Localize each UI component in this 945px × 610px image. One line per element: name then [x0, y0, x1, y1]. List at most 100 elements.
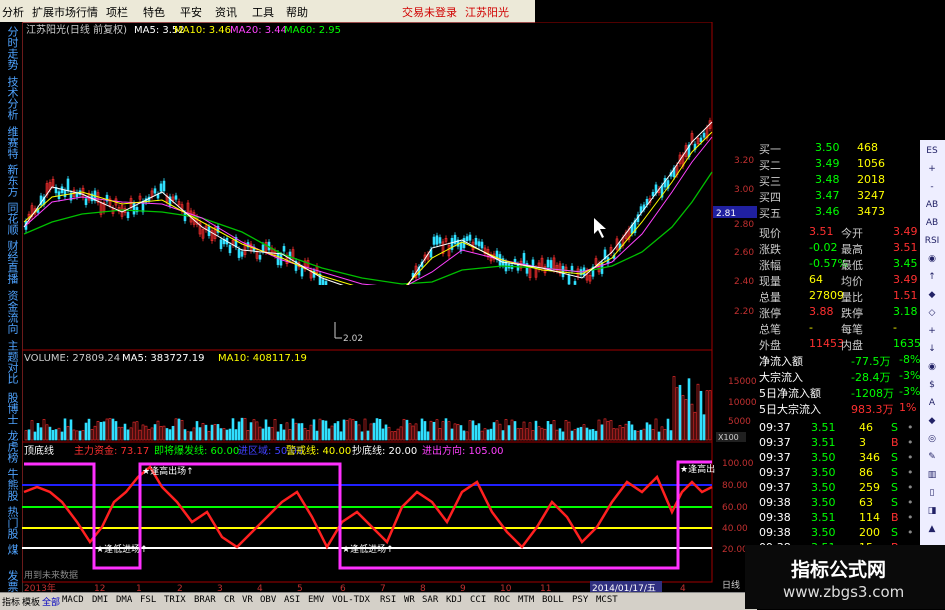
- tick-price: 3.50: [811, 466, 836, 479]
- tool-icon[interactable]: ◨: [923, 504, 941, 518]
- tab-hot-stocks[interactable]: 热门股: [4, 506, 19, 539]
- tab-theme-compare[interactable]: 主题对比: [4, 340, 19, 384]
- menu-item-columns[interactable]: 项栏: [106, 4, 128, 20]
- tab-gubo[interactable]: 股博士: [4, 392, 19, 425]
- tool-icon[interactable]: ✎: [923, 450, 941, 464]
- tab-weisaite[interactable]: 维赛特: [4, 126, 19, 159]
- indicator-tab[interactable]: FSL: [140, 595, 156, 605]
- indicator-tab[interactable]: DMA: [116, 595, 132, 605]
- volume-bar: [456, 424, 460, 441]
- indicator-tab[interactable]: OBV: [260, 595, 276, 605]
- volume-bar: [99, 422, 103, 441]
- indicator-tab[interactable]: TRIX: [164, 595, 186, 605]
- indicator-tab[interactable]: BOLL: [542, 595, 564, 605]
- tool-icon[interactable]: -: [923, 180, 941, 194]
- tab-intraday[interactable]: 分时走势: [4, 26, 19, 70]
- stat-value: 27809: [809, 289, 844, 302]
- indicator-tab[interactable]: KDJ: [446, 595, 462, 605]
- tool-icon[interactable]: ▯: [923, 486, 941, 500]
- indicator-tab[interactable]: MACD: [62, 595, 84, 605]
- menu-item-news[interactable]: 资讯: [215, 4, 237, 20]
- indicator-tab[interactable]: 指标: [2, 595, 20, 608]
- tool-icon[interactable]: +: [923, 324, 941, 338]
- tool-icon[interactable]: ▲: [923, 522, 941, 536]
- menu-item-features[interactable]: 特色: [143, 4, 165, 20]
- indicator-tab[interactable]: PSY: [572, 595, 588, 605]
- tool-icon[interactable]: $: [923, 378, 941, 392]
- volume-bar: [393, 431, 397, 441]
- stat-value: 3.18: [893, 305, 918, 318]
- indicator-tab[interactable]: MTM: [518, 595, 534, 605]
- tool-icon[interactable]: +: [923, 162, 941, 176]
- indicator-tab[interactable]: RSI: [380, 595, 396, 605]
- indicator-tab[interactable]: WR: [404, 595, 415, 605]
- tool-icon[interactable]: ◎: [923, 432, 941, 446]
- bid-level-label: 买四: [759, 191, 781, 204]
- tab-dragon-tiger[interactable]: 龙虎榜: [4, 430, 19, 463]
- indicator-tab[interactable]: 模板: [22, 595, 40, 608]
- tool-icon[interactable]: ▥: [923, 468, 941, 482]
- tool-icon[interactable]: A: [923, 396, 941, 410]
- indicator-tab[interactable]: 全部: [42, 595, 60, 608]
- tool-icon[interactable]: ↓: [923, 342, 941, 356]
- candle-body: [237, 248, 241, 258]
- indicator-tab[interactable]: ROC: [494, 595, 510, 605]
- indicator-tab[interactable]: CR: [224, 595, 235, 605]
- tool-icon[interactable]: ◇: [923, 306, 941, 320]
- volume-bar: [93, 425, 97, 441]
- tool-icon[interactable]: ◆: [923, 288, 941, 302]
- indicator-tab[interactable]: VR: [242, 595, 253, 605]
- indicator-tab[interactable]: MCST: [596, 595, 618, 605]
- ma60-line: [23, 171, 713, 285]
- tool-icon[interactable]: AB: [923, 216, 941, 230]
- volume-bar: [348, 418, 352, 441]
- tab-bull-bear[interactable]: 牛熊股: [4, 468, 19, 501]
- tab-coal[interactable]: 煤: [4, 544, 19, 555]
- volume-tick: 5000: [728, 417, 751, 427]
- menu-item-help[interactable]: 帮助: [286, 4, 308, 20]
- volume-bar: [480, 430, 484, 441]
- volume-bar: [225, 429, 229, 441]
- volume-bar: [252, 419, 256, 441]
- menu-item-pingan[interactable]: 平安: [180, 4, 202, 20]
- tool-icon[interactable]: ◉: [923, 252, 941, 266]
- tab-capital-flow[interactable]: 资金流向: [4, 290, 19, 334]
- tool-icon[interactable]: RSI: [923, 234, 941, 248]
- volume-bar: [447, 421, 451, 441]
- tick-volume: 200: [859, 526, 880, 539]
- volume-bar: [63, 418, 67, 441]
- trade-login-status[interactable]: 交易未登录: [402, 4, 457, 20]
- period-label[interactable]: 日线: [722, 578, 740, 591]
- tool-icon[interactable]: AB: [923, 198, 941, 212]
- tick-time: 09:37: [759, 451, 791, 464]
- tool-icon[interactable]: ES: [923, 144, 941, 158]
- volume-bar: [183, 429, 187, 441]
- tab-finance-live[interactable]: 财经直播: [4, 240, 19, 284]
- tool-icon[interactable]: ↑: [923, 270, 941, 284]
- tab-invoice[interactable]: 发票: [4, 570, 19, 592]
- indicator-tab[interactable]: SAR: [422, 595, 438, 605]
- menu-item-extended-market[interactable]: 扩展市场行情: [32, 4, 98, 20]
- indicator-tab[interactable]: VOL-TDX: [332, 595, 370, 605]
- menu-item-tools[interactable]: 工具: [252, 4, 274, 20]
- volume-bar: [705, 390, 709, 441]
- indicator-tab[interactable]: BRAR: [194, 595, 216, 605]
- volume-bar: [435, 419, 439, 441]
- tab-xindongfang[interactable]: 新东方: [4, 164, 19, 197]
- tool-icon[interactable]: ◉: [923, 360, 941, 374]
- x-axis-label: 7: [380, 584, 386, 592]
- bid-price: 3.47: [815, 189, 840, 202]
- indicator-tab[interactable]: ASI: [284, 595, 300, 605]
- volume-bar: [204, 424, 208, 441]
- tab-technical[interactable]: 技术分析: [4, 76, 19, 120]
- tool-icon[interactable]: ◆: [923, 414, 941, 428]
- volume-bar: [285, 422, 289, 441]
- indicator-tab[interactable]: DMI: [92, 595, 108, 605]
- indicator-tab[interactable]: EMV: [308, 595, 324, 605]
- indicator-tab[interactable]: CCI: [470, 595, 486, 605]
- tab-tonghuashun[interactable]: 同花顺: [4, 202, 19, 235]
- menu-item-analysis[interactable]: 分析: [2, 4, 24, 20]
- x-axis-label: 12: [94, 584, 105, 592]
- current-price-tag: 2.81: [716, 209, 736, 219]
- volume-bar: [135, 421, 139, 441]
